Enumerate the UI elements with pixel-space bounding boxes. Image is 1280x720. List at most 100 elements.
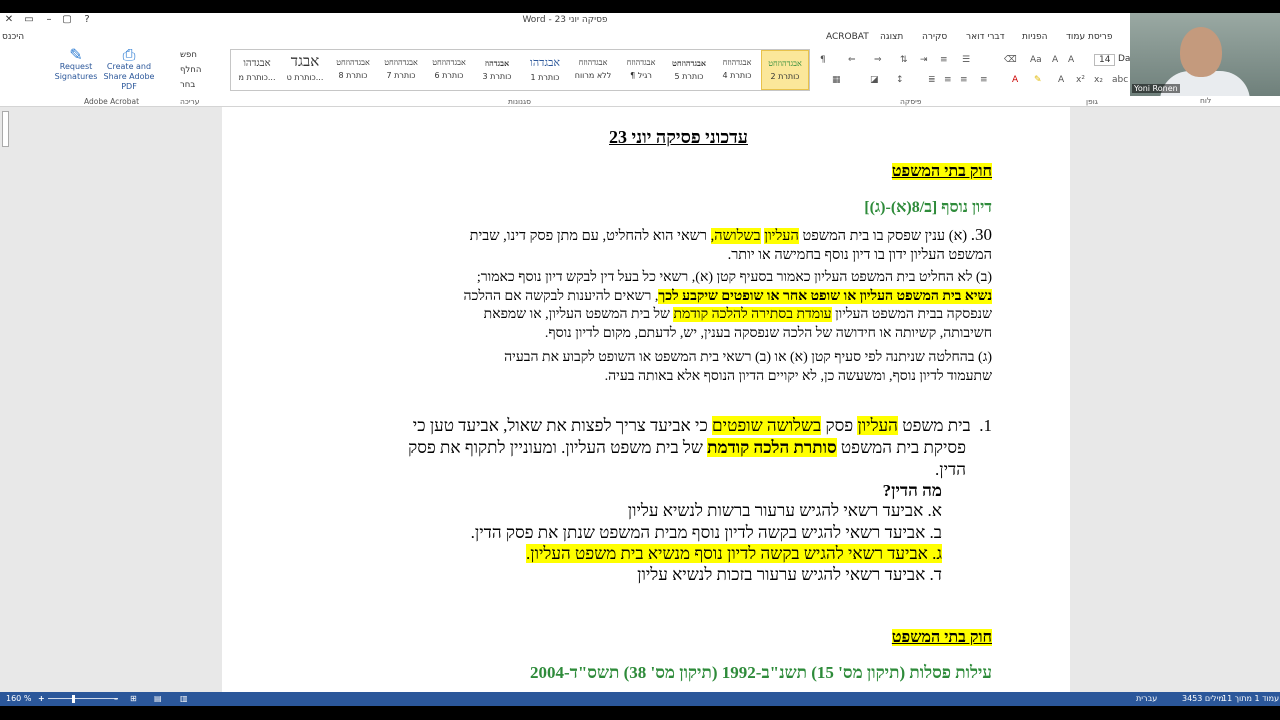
rtl-icon[interactable]: ⇐ xyxy=(848,55,856,65)
style-item[interactable]: אבגדהו כותרת מ... xyxy=(233,50,281,90)
screen-top-border xyxy=(0,0,1280,13)
align-right-icon[interactable]: ≡ xyxy=(944,75,952,85)
zoom-in-button[interactable]: – xyxy=(114,694,118,703)
justify-icon[interactable]: ≣ xyxy=(928,75,936,85)
borders-icon[interactable]: ▦ xyxy=(832,75,841,85)
ribbon: ✎ Request Signatures ⎙ Create and Share … xyxy=(0,45,1130,107)
style-item[interactable]: אבגדהוזח ¶ רגיל xyxy=(617,50,665,90)
document-title: עדכוני פסיקה יוני 23 xyxy=(609,127,748,147)
tab-acrobat[interactable]: ACROBAT xyxy=(826,32,869,42)
zoom-out-button[interactable]: + xyxy=(38,694,45,703)
clear-format-icon[interactable]: ⌫ xyxy=(1004,55,1017,65)
request-signatures-button[interactable]: ✎ Request Signatures xyxy=(52,47,100,82)
print-layout-icon[interactable]: ▤ xyxy=(154,694,162,703)
find-button[interactable]: חפש xyxy=(180,50,197,60)
tab-layout[interactable]: פריסת עמוד xyxy=(1066,32,1112,42)
indent-icon[interactable]: ⇥ xyxy=(920,55,928,65)
zoom-slider[interactable] xyxy=(48,698,118,699)
law-paragraph-30c-line2: שתעמוד לדיון נוסף, ומשעשה כן, לא יקויים … xyxy=(604,369,992,384)
group-label-clipboard: לוח xyxy=(1200,96,1212,105)
tab-view[interactable]: תצוגה xyxy=(880,32,903,42)
text-effects-icon[interactable]: A xyxy=(1058,75,1064,85)
grow-font-icon[interactable]: A xyxy=(1068,55,1074,65)
superscript-icon[interactable]: x² xyxy=(1076,75,1085,85)
style-item[interactable]: אבגדהוזחט כותרת 7 xyxy=(377,50,425,90)
law-paragraph-30c: (ג) בהחלטה שניתנה לפי סעיף קטן (א) או (ב… xyxy=(504,350,992,365)
zoom-level[interactable]: 160 % xyxy=(6,694,31,703)
window-title: פסיקה יוני 23 - Word xyxy=(522,15,608,25)
font-size-box[interactable]: 14 xyxy=(1094,54,1116,66)
sort-icon[interactable]: ⇅ xyxy=(900,55,908,65)
style-item[interactable]: אבגדהוזח כותרת 4 xyxy=(713,50,761,90)
tab-references[interactable]: הפניות xyxy=(1022,32,1047,42)
scroll-thumb[interactable] xyxy=(2,111,9,147)
select-button[interactable]: בחר xyxy=(180,80,195,90)
shrink-font-icon[interactable]: A xyxy=(1052,55,1058,65)
group-label-paragraph: פיסקה xyxy=(900,97,922,106)
law-paragraph-30b-line3: שנפסקה בבית המשפט העליון עומדת בסתירה לה… xyxy=(483,307,992,322)
question-prompt: מה הדין? xyxy=(882,481,942,500)
strikethrough-icon[interactable]: abc xyxy=(1112,75,1128,85)
webcam-person-head xyxy=(1180,27,1222,77)
pilcrow-icon[interactable]: ¶ xyxy=(820,55,826,65)
styles-gallery: אבגדהוזחט כותרת 2 אבגדהוזח כותרת 4 אבגדהוז… xyxy=(230,49,810,91)
answer-option-b: ב. אביעד רשאי להגיש בקשה לדיון נוסף מבית… xyxy=(470,523,942,542)
style-item[interactable]: אבגדהוזחט כותרת 5 xyxy=(665,50,713,90)
highlight-icon[interactable]: ✎ xyxy=(1034,75,1042,85)
law-paragraph-30a: 30. (א) ענין שפסק בו בית המשפט העליון בש… xyxy=(469,225,992,244)
law-paragraph-30b-line4: חשיבותה, קשיותה או חידושה של הלכה שנפסקה… xyxy=(544,326,992,341)
create-pdf-label: Create and Share Adobe PDF xyxy=(103,62,155,91)
law-paragraph-30b-line2: נשיא בית המשפט העליון או שופט אחר או שופ… xyxy=(463,289,992,304)
answer-option-d: ד. אביעד רשאי להגיש ערעור בזכות לנשיא על… xyxy=(637,565,942,584)
title-bar: ✕ ▭ – ▢ ? פסיקה יוני 23 - Word xyxy=(0,13,1130,29)
group-label-editing: עריכה xyxy=(180,97,200,106)
numbering-icon[interactable]: ≡ xyxy=(940,55,948,65)
shading-icon[interactable]: ◪ xyxy=(870,75,879,85)
font-name-box[interactable]: Da xyxy=(1118,54,1130,64)
ltr-icon[interactable]: ⇒ xyxy=(874,55,882,65)
bullets-icon[interactable]: ☰ xyxy=(962,55,970,65)
group-label-font: גופן xyxy=(1086,97,1098,106)
webcam-name-label: Yoni Ronen xyxy=(1132,84,1180,93)
page-indicator[interactable]: עמוד 1 מתוך 11 xyxy=(1222,694,1279,703)
pdf-icon: ⎙ xyxy=(122,45,136,64)
create-pdf-button[interactable]: ⎙ Create and Share Adobe PDF xyxy=(98,45,160,92)
section-heading-2: חוק בתי המשפט xyxy=(891,629,992,646)
group-label-styles: סגנונות xyxy=(508,97,531,106)
align-center-icon[interactable]: ≡ xyxy=(960,75,968,85)
style-item[interactable]: אבגדהוז כותרת 3 xyxy=(473,50,521,90)
case-icon[interactable]: Aa xyxy=(1030,55,1042,65)
signin-link[interactable]: היכנס xyxy=(2,32,24,42)
style-item[interactable]: אבגדהוזחט כותרת 6 xyxy=(425,50,473,90)
word-count[interactable]: 3453 מילים xyxy=(1182,694,1224,703)
law-paragraph-30b: (ב) לא החליט בית המשפט העליון כאמור בסעי… xyxy=(476,270,992,285)
answer-option-a: א. אביעד רשאי להגיש ערעור ברשות לנשיא על… xyxy=(627,501,942,520)
style-item[interactable]: אבגדהוזח ללא מרווח xyxy=(569,50,617,90)
status-bar: 160 % + – ⊞ ▤ ▥ עברית 3453 מילים עמוד 1 … xyxy=(0,692,1280,706)
webcam-overlay: Yoni Ronen xyxy=(1130,13,1280,96)
style-item[interactable]: אבגדהוזחט כותרת 8 xyxy=(329,50,377,90)
group-label-adobe: Adobe Acrobat xyxy=(84,97,140,106)
font-color-icon[interactable]: A xyxy=(1012,75,1018,85)
zoom-slider-thumb[interactable] xyxy=(72,695,75,703)
law-paragraph-30a-line2: המשפט העליון ידון בו דיון נוסף בחמישה או… xyxy=(727,247,992,263)
vertical-ruler xyxy=(0,107,12,692)
question-paragraph: 1. בית משפט העליון פסק בשלושה שופטים כי … xyxy=(412,416,992,435)
subsection-heading-2: עילות פסלות (תיקון מס' 15) תשנ"ב-1992 (ת… xyxy=(530,663,992,682)
section-heading: חוק בתי המשפט xyxy=(891,163,992,180)
replace-button[interactable]: החלף xyxy=(180,65,201,75)
read-mode-icon[interactable]: ▥ xyxy=(180,694,188,703)
language-indicator[interactable]: עברית xyxy=(1136,694,1157,703)
document-page[interactable]: עדכוני פסיקה יוני 23 חוק בתי המשפט דיון … xyxy=(222,107,1070,692)
tab-review[interactable]: סקירה xyxy=(922,32,947,42)
style-item[interactable]: אבגדהו כותרת 1 xyxy=(521,50,569,90)
question-paragraph-line2: פסיקת בית המשפט סותרת הלכה קודמת של בית … xyxy=(408,438,966,457)
line-spacing-icon[interactable]: ↕ xyxy=(896,75,904,85)
align-left-icon[interactable]: ≡ xyxy=(980,75,988,85)
style-item[interactable]: אבגדהוזחט כותרת 2 xyxy=(761,50,809,90)
subscript-icon[interactable]: x₂ xyxy=(1094,75,1103,85)
question-paragraph-line3: הדין. xyxy=(935,460,966,479)
tab-mailings[interactable]: דברי דואר xyxy=(966,32,1005,42)
web-layout-icon[interactable]: ⊞ xyxy=(130,694,137,703)
style-item[interactable]: אבגד כותרת ט... xyxy=(281,50,329,90)
